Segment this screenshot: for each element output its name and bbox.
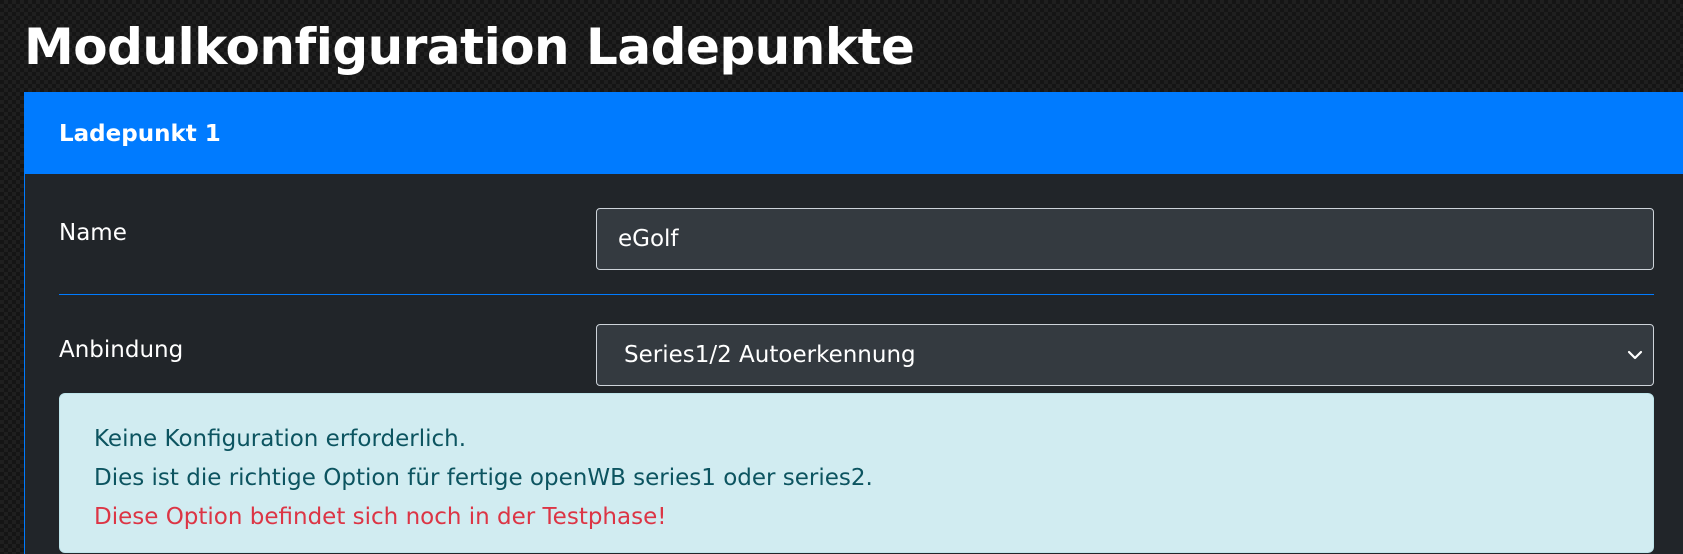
connection-label: Anbindung xyxy=(59,337,184,363)
alert-warning-text: Diese Option befindet sich noch in der T… xyxy=(94,504,667,530)
charge-point-card: Ladepunkt 1 Name eGolf Anbindung Series1… xyxy=(24,92,1683,554)
alert-line-1: Keine Konfiguration erforderlich. xyxy=(94,426,467,452)
name-input[interactable]: eGolf xyxy=(596,208,1654,270)
card-title: Ladepunkt 1 xyxy=(59,120,221,147)
divider xyxy=(59,294,1654,295)
alert-line-2: Dies ist die richtige Option für fertige… xyxy=(94,465,873,491)
name-input-value: eGolf xyxy=(618,226,679,252)
connection-select[interactable]: Series1/2 Autoerkennung xyxy=(596,324,1654,386)
info-alert: Keine Konfiguration erforderlich. Dies i… xyxy=(59,393,1654,553)
page-title: Modulkonfiguration Ladepunkte xyxy=(24,18,915,76)
connection-select-value: Series1/2 Autoerkennung xyxy=(624,342,916,368)
card-header[interactable]: Ladepunkt 1 xyxy=(25,93,1683,174)
chevron-down-icon xyxy=(1627,350,1643,360)
name-label: Name xyxy=(59,220,127,246)
